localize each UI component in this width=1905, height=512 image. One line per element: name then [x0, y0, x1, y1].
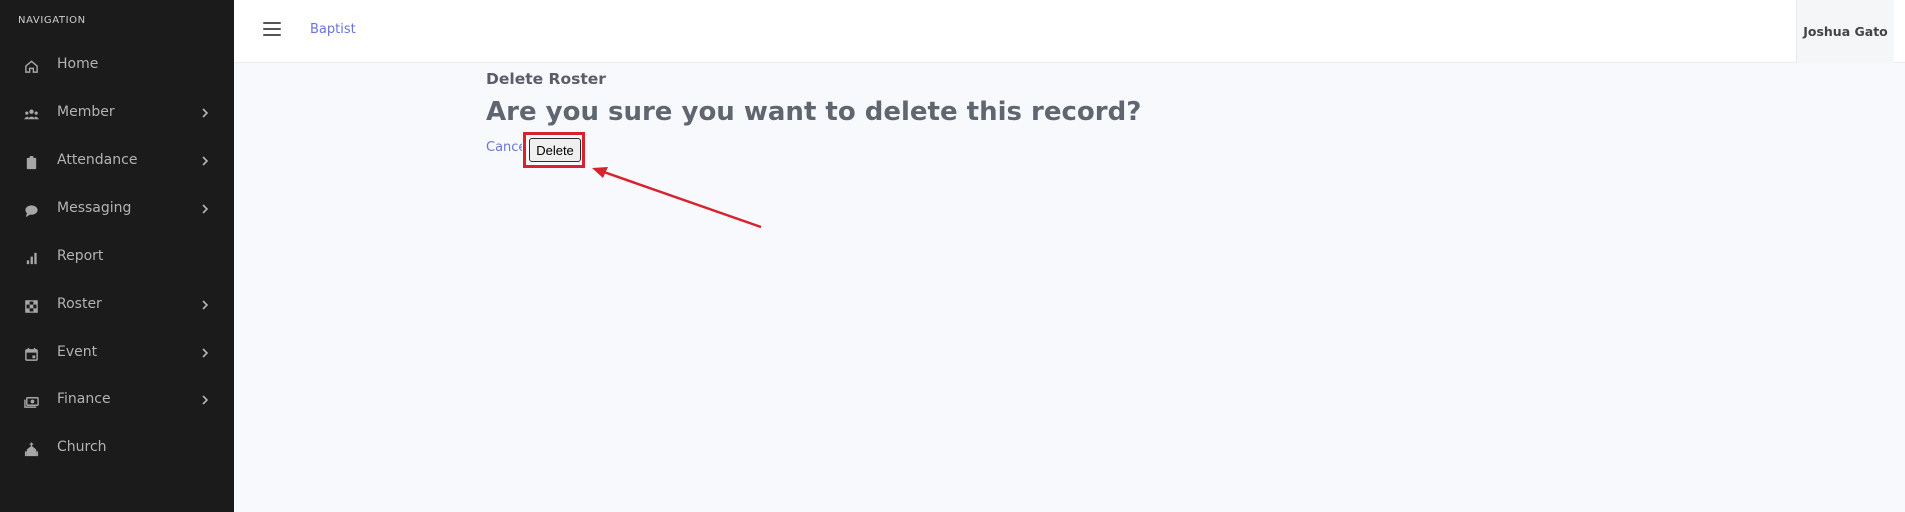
page-title: Are you sure you want to delete this rec… [486, 97, 1142, 127]
church-icon [23, 441, 39, 457]
bar-chart-icon [23, 250, 39, 266]
sidebar-item-label: Member [57, 104, 115, 120]
chevron-right-icon [199, 346, 211, 360]
cancel-link[interactable]: Cancel [486, 140, 522, 155]
grid-icon [23, 298, 39, 314]
sidebar-item-label: Roster [57, 296, 102, 312]
nav-heading: NAVIGATION [18, 15, 86, 26]
chevron-right-icon [199, 298, 211, 312]
user-name: Joshua Gato [1803, 24, 1888, 39]
sidebar-item-label: Messaging [57, 200, 132, 216]
home-icon [23, 58, 39, 74]
clipboard-icon [23, 154, 39, 170]
top-header: Baptist Joshua Gato [234, 0, 1905, 63]
annotation-arrow [592, 167, 762, 229]
sidebar-item-label: Attendance [57, 152, 138, 168]
sidebar-item-home[interactable]: Home [0, 45, 234, 85]
page-subtitle: Delete Roster [486, 70, 606, 88]
chevron-right-icon [199, 202, 211, 216]
users-icon [23, 106, 39, 122]
user-menu[interactable]: Joshua Gato [1796, 0, 1894, 63]
chevron-right-icon [199, 106, 211, 120]
sidebar-item-report[interactable]: Report [0, 237, 234, 277]
sidebar: NAVIGATION Home Member Attendance Messag… [0, 0, 234, 512]
brand-link[interactable]: Baptist [310, 22, 356, 37]
sidebar-item-finance[interactable]: Finance [0, 380, 234, 420]
sidebar-item-label: Home [57, 56, 99, 72]
sidebar-item-member[interactable]: Member [0, 93, 234, 133]
sidebar-item-attendance[interactable]: Attendance [0, 141, 234, 181]
delete-button[interactable]: Delete [529, 138, 581, 162]
sidebar-item-church[interactable]: Church [0, 428, 234, 468]
calendar-icon [23, 346, 39, 362]
chevron-right-icon [199, 393, 211, 407]
hamburger-menu-icon[interactable] [263, 22, 281, 38]
sidebar-item-label: Finance [57, 391, 111, 407]
sidebar-item-event[interactable]: Event [0, 333, 234, 373]
sidebar-item-label: Event [57, 344, 98, 360]
money-icon [23, 393, 39, 409]
sidebar-item-label: Report [57, 248, 104, 264]
chevron-right-icon [199, 154, 211, 168]
sidebar-item-roster[interactable]: Roster [0, 285, 234, 325]
chat-bubble-icon [23, 202, 39, 218]
sidebar-item-label: Church [57, 439, 107, 455]
sidebar-item-messaging[interactable]: Messaging [0, 189, 234, 229]
